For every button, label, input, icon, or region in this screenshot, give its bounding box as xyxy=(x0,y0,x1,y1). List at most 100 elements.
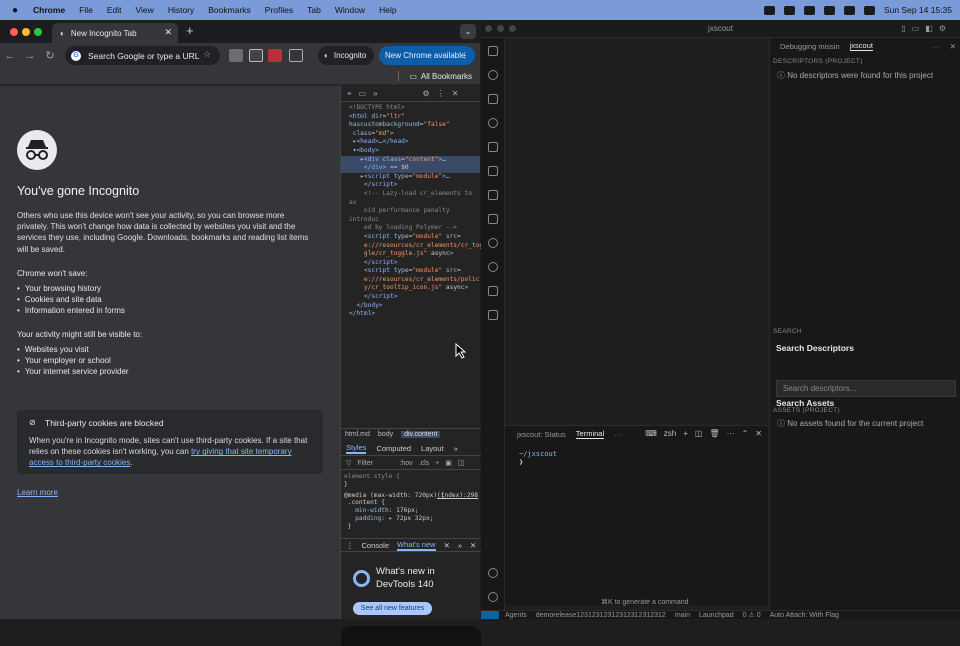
close-tab-icon[interactable]: ✕ xyxy=(444,541,450,550)
more-tabs-icon[interactable]: » xyxy=(458,541,462,550)
menu-edit[interactable]: Edit xyxy=(107,5,122,15)
drawer-menu-icon[interactable]: ⋮ xyxy=(346,541,354,550)
tab-whats-new[interactable]: What's new xyxy=(397,540,436,551)
tab-styles[interactable]: Styles xyxy=(346,443,367,454)
reload-icon[interactable]: ↻ xyxy=(40,49,60,62)
close-tab-icon[interactable]: ✕ xyxy=(164,27,172,38)
back-icon[interactable]: ← xyxy=(0,50,20,62)
close-icon[interactable]: ✕ xyxy=(950,42,956,51)
tab-new-incognito[interactable]: ◐ New Incognito Tab ✕ xyxy=(52,23,178,43)
status-branch[interactable]: main xyxy=(675,612,690,619)
wifi-icon[interactable] xyxy=(803,5,815,15)
minimize-window-button[interactable] xyxy=(22,28,30,36)
crumb-html[interactable]: html.md xyxy=(345,431,370,438)
cls-toggle[interactable]: .cls xyxy=(419,460,430,467)
apple-icon[interactable]: ● xyxy=(12,5,18,16)
clock[interactable]: Sun Sep 14 15:35 xyxy=(884,5,952,15)
manage-gear-icon[interactable] xyxy=(488,592,498,602)
more-panels-icon[interactable]: » xyxy=(373,89,377,98)
settings-sync-icon[interactable] xyxy=(488,118,498,128)
menu-history[interactable]: History xyxy=(168,5,194,15)
filter-input[interactable]: Filter xyxy=(357,460,393,467)
extension-icon[interactable] xyxy=(268,49,282,62)
search-heading[interactable]: SEARCH xyxy=(773,328,802,335)
tab-layout[interactable]: Layout xyxy=(421,444,444,453)
puzzle-icon[interactable] xyxy=(289,49,303,62)
status-problems[interactable]: 0 ⚠ 0 xyxy=(743,611,761,619)
paint-icon[interactable]: ▣ xyxy=(445,459,452,467)
all-bookmarks[interactable]: All Bookmarks xyxy=(421,72,472,81)
status-workspace[interactable]: demorelease12312312312312312312312 xyxy=(536,612,666,619)
more-icon[interactable]: ⋮ xyxy=(437,89,445,98)
crumb-div[interactable]: div.content xyxy=(401,431,441,438)
omnibox[interactable]: G Search Google or type a URL xyxy=(65,46,220,65)
zoom-window-button[interactable] xyxy=(509,25,516,32)
tab-computed[interactable]: Computed xyxy=(376,444,411,453)
inspect-icon[interactable]: ⌖ xyxy=(347,89,352,99)
incognito-badge[interactable]: ◐ Incognito xyxy=(318,46,374,65)
extensions-icon[interactable] xyxy=(488,190,498,200)
screen-icon[interactable] xyxy=(763,5,775,15)
element-style-rule[interactable]: element.style { xyxy=(344,473,478,481)
update-button[interactable]: New Chrome available ⋮ xyxy=(379,46,475,65)
maximize-icon[interactable]: ⌃ xyxy=(742,429,749,438)
source-link[interactable]: (index):298 xyxy=(437,492,478,500)
terminal-output[interactable]: ~/jxscout ❯ xyxy=(505,442,768,466)
tab-jxscout-status[interactable]: jxscout: Status xyxy=(517,430,566,439)
menu-window[interactable]: Window xyxy=(335,5,365,15)
search-icon[interactable] xyxy=(843,5,855,15)
tab-debugging[interactable]: Debugging missin xyxy=(780,42,840,51)
menu-view[interactable]: View xyxy=(136,5,154,15)
close-drawer-icon[interactable]: ✕ xyxy=(470,541,476,550)
more-icon[interactable]: ··· xyxy=(614,430,622,439)
minimize-window-button[interactable] xyxy=(497,25,504,32)
tab-jxscout[interactable]: jxscout xyxy=(849,41,873,51)
assets-heading[interactable]: ASSETS (PROJECT) xyxy=(773,407,840,414)
explorer-icon[interactable] xyxy=(488,46,498,56)
tab-console[interactable]: Console xyxy=(362,541,390,550)
trash-icon[interactable]: 🗑 xyxy=(709,429,719,438)
more-icon[interactable]: ··· xyxy=(727,429,735,438)
split-icon[interactable]: ◫ xyxy=(695,429,703,438)
menu-bookmarks[interactable]: Bookmarks xyxy=(208,5,251,15)
menu-file[interactable]: File xyxy=(79,5,93,15)
tab-search-button[interactable]: ⌄ xyxy=(460,24,476,39)
control-center-icon[interactable] xyxy=(863,5,875,15)
device-icon[interactable]: ▭ xyxy=(359,89,367,98)
close-icon[interactable]: ✕ xyxy=(452,89,459,98)
learn-more-link[interactable]: Learn more xyxy=(17,488,58,497)
tab-terminal[interactable]: Terminal xyxy=(575,429,605,439)
close-window-button[interactable] xyxy=(10,28,18,36)
sidebar-toggle-icon[interactable]: ◫ xyxy=(458,459,465,467)
github-icon[interactable] xyxy=(488,262,498,272)
media-icon[interactable] xyxy=(783,5,795,15)
jxscout-icon[interactable] xyxy=(488,238,498,248)
forward-icon[interactable]: → xyxy=(20,50,40,62)
extension-icon[interactable] xyxy=(229,49,243,62)
new-tab-button[interactable]: + xyxy=(186,23,194,38)
settings-icon[interactable]: ⚙ xyxy=(423,89,430,98)
menu-help[interactable]: Help xyxy=(379,5,396,15)
search-icon[interactable] xyxy=(488,70,498,80)
status-agents[interactable]: Agents xyxy=(505,612,527,619)
source-control-icon[interactable] xyxy=(488,94,498,104)
menu-profiles[interactable]: Profiles xyxy=(265,5,293,15)
remote-icon[interactable] xyxy=(488,166,498,176)
dom-tree[interactable]: <!DOCTYPE html> <html dir="ltr" hascusto… xyxy=(341,102,483,319)
descriptors-heading[interactable]: DESCRIPTORS (PROJECT) xyxy=(773,58,863,65)
bookmark-star-icon[interactable]: ☆ xyxy=(203,49,211,60)
new-terminal-icon[interactable]: + xyxy=(683,429,688,438)
extension-icon[interactable] xyxy=(249,49,263,62)
crumb-body[interactable]: body xyxy=(378,431,393,438)
more-tabs-icon[interactable]: » xyxy=(454,444,458,453)
remote-indicator[interactable] xyxy=(481,611,499,619)
account-icon[interactable] xyxy=(488,568,498,578)
run-debug-icon[interactable] xyxy=(488,142,498,152)
battery-icon[interactable] xyxy=(823,5,835,15)
layout-controls-icon[interactable]: ▯▭◧⚙ xyxy=(901,20,952,37)
shell-name[interactable]: zsh xyxy=(664,429,676,438)
close-window-button[interactable] xyxy=(485,25,492,32)
hov-toggle[interactable]: :hov xyxy=(399,460,412,467)
close-icon[interactable]: ✕ xyxy=(755,429,762,438)
zoom-window-button[interactable] xyxy=(34,28,42,36)
